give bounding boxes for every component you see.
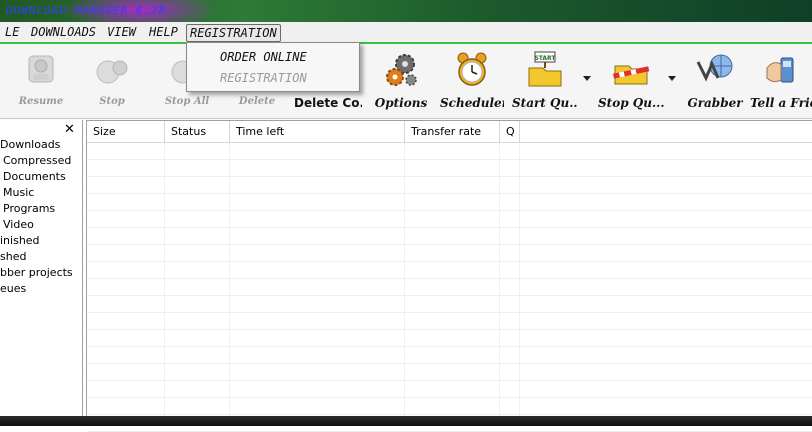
empty-table-row	[87, 245, 812, 262]
close-icon[interactable]: ✕	[64, 122, 75, 137]
category-music[interactable]: Music	[3, 186, 34, 199]
empty-table-row	[87, 143, 812, 160]
gears-icon	[386, 54, 417, 86]
category-compressed[interactable]: Compressed	[3, 154, 71, 167]
toolbar: Resume Stop Stop All Delete Delete Co...	[0, 44, 812, 119]
empty-table-row	[87, 347, 812, 364]
resume-button[interactable]: Resume	[8, 48, 74, 114]
options-button[interactable]: Options	[372, 48, 430, 114]
stop-label: Stop	[99, 96, 125, 107]
column-empty	[520, 121, 812, 143]
stop-queue-label: Stop Qu...	[598, 96, 664, 110]
category-programs[interactable]: Programs	[3, 202, 55, 215]
empty-table-row	[87, 262, 812, 279]
menu-registration[interactable]: REGISTRATION	[186, 24, 281, 42]
scheduler-button[interactable]: Scheduler	[440, 48, 504, 114]
stop-icon	[96, 60, 128, 84]
column-q[interactable]: Q	[500, 121, 520, 143]
menu-bar: LE DOWNLOADS VIEW HELP REGISTRATION	[0, 22, 812, 44]
categories-sidebar: ✕ Downloads Compressed Documents Music P…	[0, 120, 83, 416]
stop-queue-button[interactable]: Stop Qu...	[598, 48, 664, 114]
empty-table-row	[87, 228, 812, 245]
alarm-clock-icon	[457, 52, 487, 86]
stop-queue-dropdown-arrow-icon[interactable]	[668, 76, 676, 81]
grabber-icon	[696, 54, 733, 82]
menu-view[interactable]: VIEW	[104, 24, 139, 40]
start-queue-dropdown-arrow-icon[interactable]	[583, 76, 591, 81]
tell-a-friend-button[interactable]: Tell a Frie...	[750, 48, 812, 114]
start-queue-label: Start Qu...	[512, 96, 578, 110]
scheduler-label: Scheduler	[440, 96, 504, 110]
menu-file[interactable]: LE	[2, 24, 22, 40]
stop-button[interactable]: Stop	[80, 48, 144, 114]
resume-icon	[28, 55, 54, 83]
empty-table-row	[87, 381, 812, 398]
downloads-list[interactable]: Size Status Time left Transfer rate Q	[86, 120, 812, 432]
category-finished[interactable]: shed	[0, 250, 26, 263]
category-downloads[interactable]: Downloads	[0, 138, 60, 151]
title-bar[interactable]: DOWNLOAD MANAGER 6.28	[0, 0, 812, 22]
start-queue-button[interactable]: START Start Qu...	[512, 48, 578, 114]
stop-all-label: Stop All	[164, 96, 210, 107]
empty-table-row	[87, 364, 812, 381]
category-unfinished[interactable]: inished	[0, 234, 40, 247]
grabber-button[interactable]: Grabber	[684, 48, 746, 114]
column-transfer-rate[interactable]: Transfer rate	[405, 121, 500, 143]
empty-table-row	[87, 160, 812, 177]
column-time-left[interactable]: Time left	[230, 121, 405, 143]
column-size[interactable]: Size	[87, 121, 165, 143]
category-grabber-projects[interactable]: bber projects	[0, 266, 73, 279]
empty-table-row	[87, 330, 812, 347]
empty-table-row	[87, 211, 812, 228]
taskbar-edge	[0, 416, 812, 426]
menu-downloads[interactable]: DOWNLOADS	[28, 24, 99, 40]
window-title: DOWNLOAD MANAGER 6.28	[6, 4, 167, 17]
empty-table-row	[87, 177, 812, 194]
phone-icon	[766, 57, 794, 83]
empty-table-row	[87, 279, 812, 296]
menu-help[interactable]: HELP	[146, 24, 181, 40]
category-video[interactable]: Video	[3, 218, 34, 231]
stop-queue-icon	[612, 65, 650, 85]
empty-table-row	[87, 296, 812, 313]
category-documents[interactable]: Documents	[3, 170, 66, 183]
tell-a-friend-label: Tell a Frie...	[750, 96, 812, 110]
menu-item-order-online[interactable]: ORDER ONLINE	[220, 50, 307, 64]
resume-label: Resume	[18, 96, 64, 107]
options-label: Options	[374, 96, 428, 110]
empty-table-row	[87, 194, 812, 211]
delete-completed-label: Delete Co...	[294, 96, 362, 110]
delete-label: Delete	[238, 96, 276, 107]
svg-text:START: START	[534, 55, 556, 62]
empty-table-row	[87, 313, 812, 330]
category-queues[interactable]: eues	[0, 282, 26, 295]
menu-item-registration[interactable]: REGISTRATION	[220, 71, 307, 85]
empty-table-row	[87, 398, 812, 415]
column-status[interactable]: Status	[165, 121, 230, 143]
grabber-label: Grabber	[687, 96, 743, 110]
start-queue-icon: START	[528, 51, 562, 87]
registration-dropdown-menu: ORDER ONLINE REGISTRATION	[186, 42, 360, 92]
